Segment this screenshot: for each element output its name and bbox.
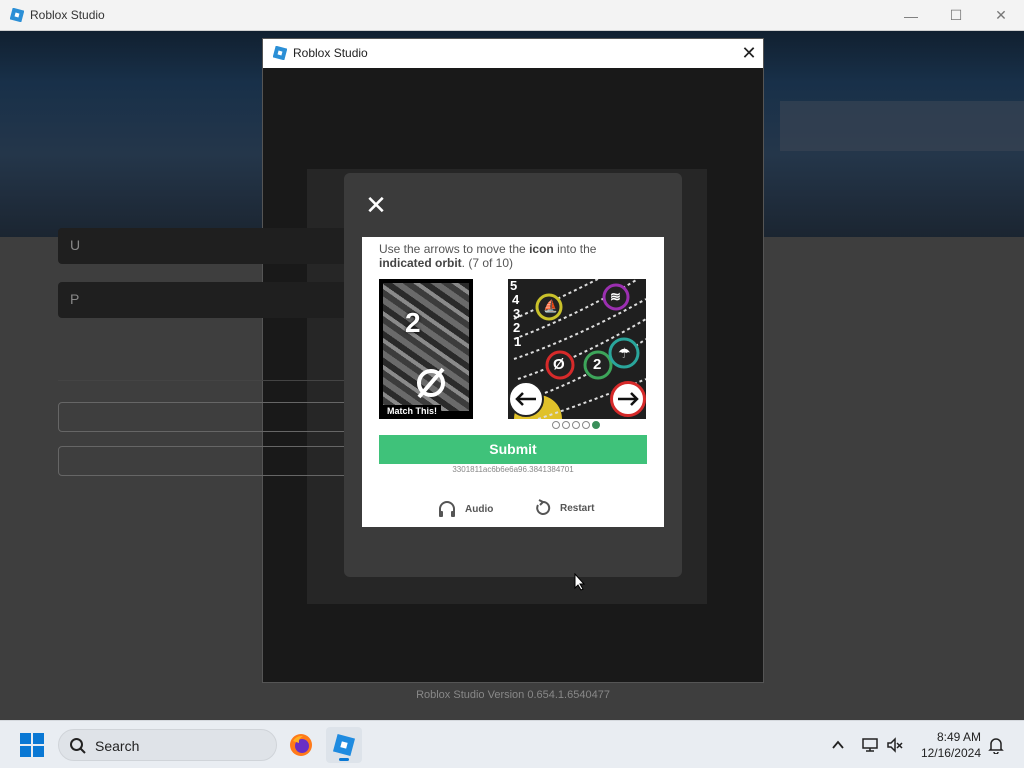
roblox-studio-logo-icon (9, 7, 25, 27)
audio-button[interactable]: Audio (437, 499, 493, 519)
username-field-label: U (70, 237, 81, 253)
maximize-button[interactable]: ☐ (933, 0, 979, 31)
minimize-button[interactable]: — (888, 0, 934, 31)
taskbar-roblox-studio[interactable] (326, 727, 362, 763)
match-this-caption: Match This! (383, 405, 441, 418)
roblox-studio-icon (332, 733, 356, 757)
progress-dot (582, 421, 590, 429)
password-field-label: P (70, 291, 80, 307)
orbit-number-4: 4 (512, 292, 520, 307)
chevron-up-icon (832, 740, 844, 749)
progress-dots (552, 421, 600, 429)
progress-dot (562, 421, 570, 429)
target-symbol-icon (413, 365, 449, 406)
orbit-puzzle-view: 5 4 3 2 1 ⛵ ≋ Ø 2 ☂ (508, 278, 647, 443)
close-window-button[interactable]: ✕ (978, 0, 1024, 31)
orbit-number-5: 5 (510, 278, 518, 293)
captcha-modal: ✕ Use the arrows to move the icon into t… (344, 173, 682, 577)
instruction-orbit-word: indicated orbit (379, 256, 462, 270)
dialog-titlebar: Roblox Studio ✕ (263, 39, 763, 68)
restart-label: Restart (560, 502, 595, 514)
audio-label: Audio (465, 503, 494, 515)
instruction-icon-word: icon (529, 242, 554, 256)
instruction-text: into the (553, 242, 597, 256)
search-placeholder: Search (95, 738, 140, 754)
show-hidden-icons-button[interactable] (828, 735, 848, 755)
captcha-close-button[interactable]: ✕ (362, 191, 390, 219)
orbit-number-labels: 5 4 3 2 1 (510, 279, 521, 349)
volume-muted-icon (887, 737, 903, 753)
orbit-number-3: 3 (513, 306, 521, 321)
sailboat-icon: ⛵ (543, 299, 558, 313)
mouse-cursor-icon (574, 572, 586, 596)
dialog-close-button[interactable]: ✕ (739, 43, 759, 63)
dialog-title: Roblox Studio (293, 46, 368, 60)
session-id: 3301811ac6b6e6a96.3841384701 (452, 465, 574, 474)
notifications-button[interactable] (986, 735, 1006, 755)
empty-set-icon: Ø (553, 356, 565, 373)
restart-icon (536, 499, 551, 515)
progress-dot (552, 421, 560, 429)
captcha-instructions: Use the arrows to move the icon into the… (379, 242, 649, 270)
search-icon (69, 737, 87, 760)
version-label: Roblox Studio Version 0.654.1.6540477 (416, 689, 610, 701)
waves-icon: ≋ (610, 289, 621, 304)
move-right-arrow-button[interactable] (610, 381, 646, 417)
system-clock[interactable]: 8:49 AM 12/16/2024 (915, 729, 981, 761)
clock-time: 8:49 AM (936, 730, 981, 744)
captcha-panel: Use the arrows to move the icon into the… (362, 237, 664, 527)
windows-logo-icon (20, 733, 44, 757)
move-left-arrow-button[interactable] (508, 381, 544, 417)
instruction-progress: . (7 of 10) (461, 256, 514, 270)
taskbar-firefox[interactable] (283, 727, 319, 763)
orbit-number-2: 2 (513, 320, 521, 335)
volume-button[interactable] (885, 735, 905, 755)
outer-window-titlebar: Roblox Studio — ☐ ✕ (0, 0, 1024, 31)
target-orbit-number: 2 (405, 307, 421, 338)
firefox-icon (290, 734, 312, 756)
clock-date: 12/16/2024 (920, 746, 981, 760)
progress-dot-active (592, 421, 600, 429)
start-button[interactable] (20, 733, 44, 757)
headphones-icon (439, 501, 455, 517)
running-indicator (339, 758, 349, 761)
taskbar: Search 8:49 AM 12/16/2024 (0, 720, 1024, 768)
network-button[interactable] (860, 735, 880, 755)
match-target-card: 2 Match This! (379, 279, 473, 419)
bell-icon (988, 738, 1004, 754)
outer-window-title: Roblox Studio (30, 8, 105, 22)
cloud-rain-icon: ☂ (618, 345, 631, 361)
instruction-text: Use the arrows to move the (379, 242, 530, 256)
restart-button[interactable]: Restart (534, 499, 594, 517)
number-two-icon: 2 (593, 356, 602, 373)
roblox-studio-logo-icon (272, 45, 288, 65)
submit-button[interactable]: Submit (379, 435, 647, 464)
taskbar-search-box[interactable]: Search (58, 729, 277, 761)
network-icon (862, 738, 878, 752)
progress-dot (572, 421, 580, 429)
orbit-number-1: 1 (514, 334, 522, 349)
